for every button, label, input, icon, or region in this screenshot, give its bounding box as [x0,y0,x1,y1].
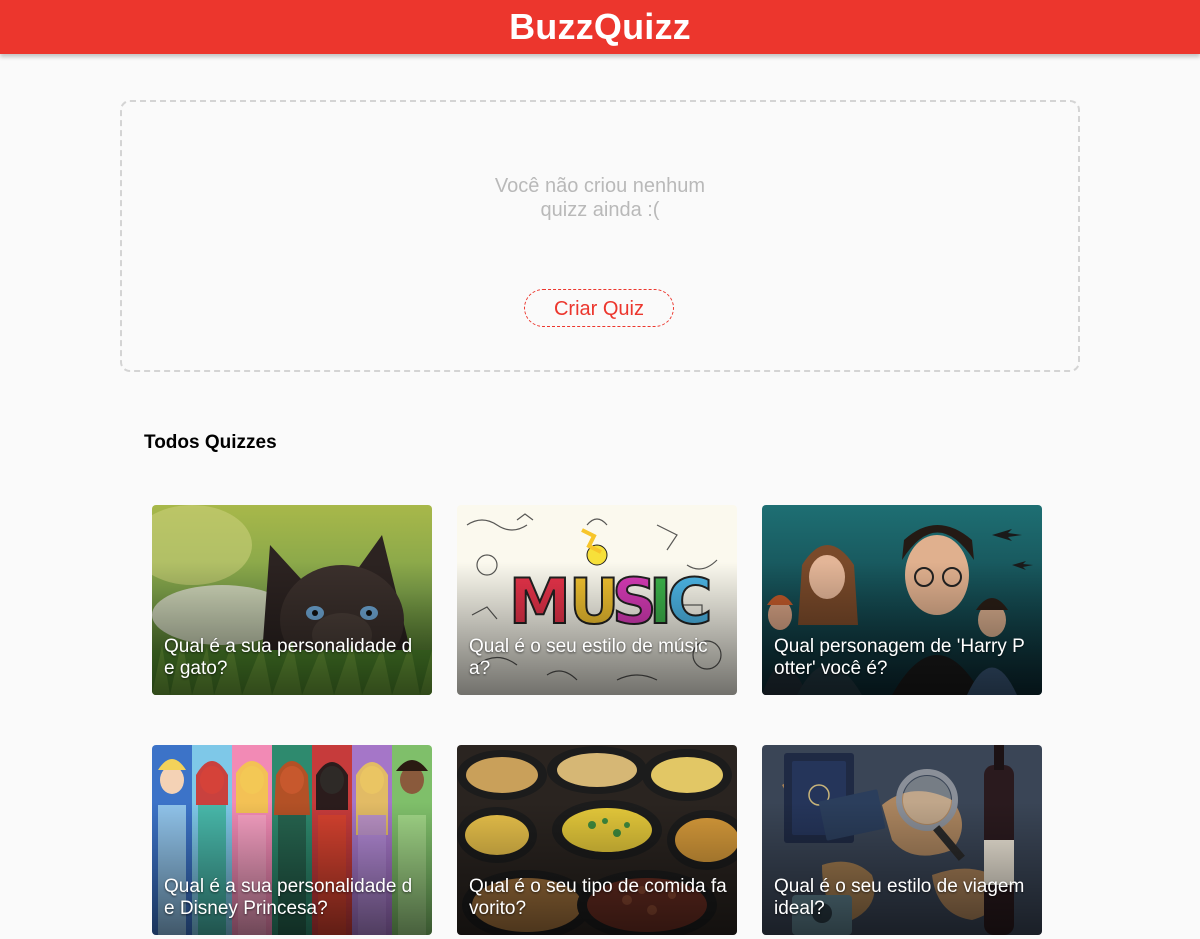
quiz-card-music[interactable]: M U S I C Qual é o seu estilo de música? [457,505,737,695]
quiz-card-travel[interactable]: Qual é o seu estilo de viagem ideal? [762,745,1042,935]
empty-message-line-2: quizz ainda :( [540,199,660,221]
quiz-card-cat[interactable]: Qual é a sua personalidade de gato? [152,505,432,695]
app-logo[interactable]: BuzzQuizz [509,6,691,48]
empty-message: Você não criou nenhum quizz ainda :( [122,174,1078,222]
empty-message-line-1: Você não criou nenhum [494,175,706,197]
quiz-card-title: Qual é o seu estilo de música? [469,636,708,679]
quiz-card-food[interactable]: Qual é o seu tipo de comida favorito? [457,745,737,935]
quiz-card-title: Qual personagem de 'Harry Potter' você é… [774,636,1025,679]
quiz-card-title: Qual é o seu estilo de viagem ideal? [774,876,1025,919]
quiz-card-harry-potter[interactable]: Qual personagem de 'Harry Potter' você é… [762,505,1042,695]
create-quiz-button[interactable]: Criar Quiz [524,289,674,327]
quiz-card-title: Qual é o seu tipo de comida favorito? [469,876,727,919]
top-bar: BuzzQuizz [0,0,1200,54]
quiz-card-title: Qual é a sua personalidade de gato? [164,636,413,679]
quiz-card-disney-princess[interactable]: Qual é a sua personalidade de Disney Pri… [152,745,432,935]
all-quizzes-heading: Todos Quizzes [144,432,277,453]
quiz-card-title: Qual é a sua personalidade de Disney Pri… [164,876,413,919]
user-quizzes-empty-state: Você não criou nenhum quizz ainda :( Cri… [120,100,1080,372]
